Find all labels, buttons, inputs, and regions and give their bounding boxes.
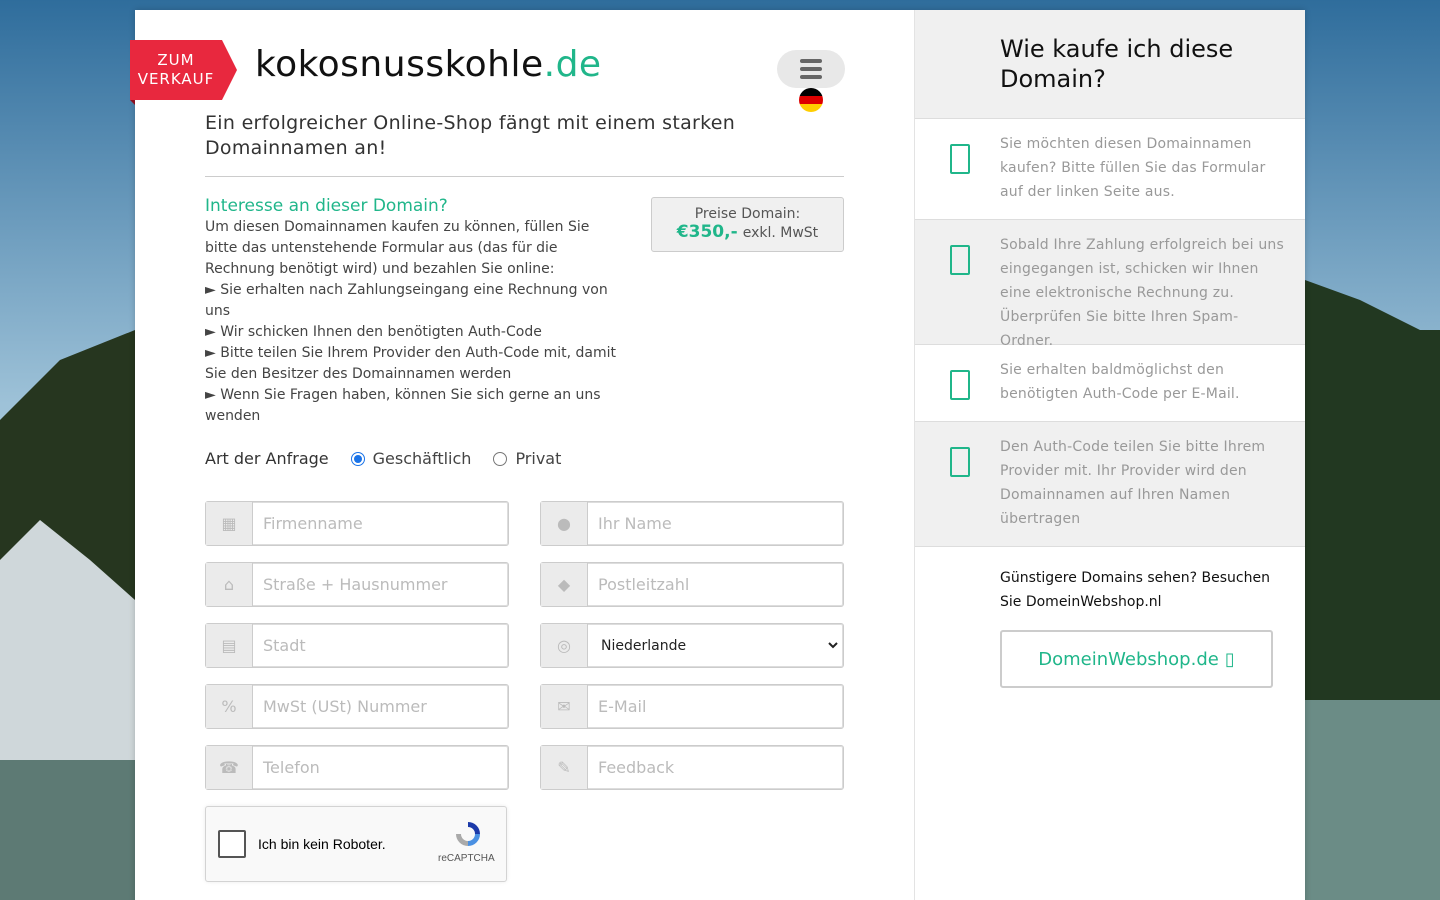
radio-business[interactable] [350,451,365,466]
phone-field[interactable]: ☎ Telefon [205,745,509,790]
divider [205,176,844,177]
phone-icon: ☎ [206,746,253,789]
company-placeholder: Firmenname [263,514,363,533]
ribbon-line2: VERKAUF [137,70,215,88]
sidebar-title: Wie kaufe ich diese Domain? [1000,35,1234,93]
recaptcha-widget: Ich bin kein Roboter. reCAPTCHA [205,806,507,882]
city-field[interactable]: ▤ Stadt [205,623,509,668]
step-4-text: Den Auth-Code teilen Sie bitte Ihrem Pro… [1000,439,1266,527]
request-type: Art der Anfrage Geschäftlich Privat [205,449,583,468]
step-1: Sie möchten diesen Domainnamen kaufen? B… [915,119,1305,220]
email-placeholder: E-Mail [598,697,647,716]
domain-name: kokosnusskohle [255,44,544,85]
price-value: €350,- [676,222,738,242]
building-icon: ▦ [206,502,253,545]
step-1-text: Sie möchten diesen Domainnamen kaufen? B… [1000,136,1266,200]
transfer-icon [950,447,970,477]
company-field[interactable]: ▦ Firmenname [205,501,509,546]
invoice-icon [950,245,970,275]
form-icon [950,144,970,174]
german-flag-icon[interactable] [799,88,823,112]
for-sale-ribbon: ZUM VERKAUF [130,40,237,105]
step-4: Den Auth-Code teilen Sie bitte Ihrem Pro… [915,422,1305,547]
globe-icon: ◎ [541,624,588,667]
request-type-label: Art der Anfrage [205,449,329,468]
country-select[interactable]: Niederlande [589,628,841,663]
interest-bullet-1: ► Sie erhalten nach Zahlungseingang eine… [205,282,608,319]
radio-business-label[interactable]: Geschäftlich [373,449,472,468]
radio-private[interactable] [493,451,508,466]
name-field[interactable]: ● Ihr Name [540,501,844,546]
city-placeholder: Stadt [263,636,306,655]
home-icon: ⌂ [206,563,253,606]
zip-placeholder: Postleitzahl [598,575,690,594]
domain-sale-card: ZUM VERKAUF kokosnusskohle.de Ein erfolg… [130,10,1305,900]
step-2-text: Sobald Ihre Zahlung erfolgreich bei uns … [1000,237,1284,349]
country-field[interactable]: ◎ Niederlande [540,623,844,668]
interest-heading: Interesse an dieser Domain? [205,196,448,216]
external-link-icon: ▯ [1224,648,1235,670]
street-field[interactable]: ⌂ Straße + Hausnummer [205,562,509,607]
key-icon [950,370,970,400]
captcha-brand: reCAPTCHA [438,853,495,864]
interest-text: Um diesen Domainnamen kaufen zu können, … [205,217,625,427]
envelope-icon: ✉ [541,685,588,728]
step-3: Sie erhalten baldmöglichst den benötigte… [915,345,1305,422]
vat-field[interactable]: % MwSt (USt) Nummer [205,684,509,729]
hamburger-icon[interactable] [777,50,845,88]
recaptcha-logo-icon [456,822,480,846]
sidebar-header: Wie kaufe ich diese Domain? [915,10,1305,119]
feedback-placeholder: Feedback [598,758,675,777]
interest-bullet-2: ► Wir schicken Ihnen den benötigten Auth… [205,324,542,340]
tagline: Ein erfolgreicher Online-Shop fängt mit … [205,112,736,159]
map-marker-icon: ◆ [541,563,588,606]
zip-field[interactable]: ◆ Postleitzahl [540,562,844,607]
price-label: Preise Domain: [694,206,801,222]
step-2: Sobald Ihre Zahlung erfolgreich bei uns … [915,220,1305,349]
cheaper-domains-text: Günstigere Domains sehen? Besuchen Sie D… [1000,570,1270,610]
domain-title: kokosnusskohle.de [255,44,602,85]
interest-intro: Um diesen Domainnamen kaufen zu können, … [205,219,590,277]
percent-icon: % [206,685,253,728]
interest-bullet-4: ► Wenn Sie Fragen haben, können Sie sich… [205,387,601,424]
radio-private-label[interactable]: Privat [515,449,561,468]
captcha-label: Ich bin kein Roboter. [258,836,386,852]
city-icon: ▤ [206,624,253,667]
comment-icon: ✎ [541,746,588,789]
ribbon-line1: ZUM [157,51,195,69]
shop-button-label: DomeinWebshop.de [1038,648,1219,670]
domain-tld: .de [543,44,602,85]
email-field[interactable]: ✉ E-Mail [540,684,844,729]
vat-placeholder: MwSt (USt) Nummer [263,697,427,716]
price-tax: exkl. MwSt [742,225,819,241]
street-placeholder: Straße + Hausnummer [263,575,448,594]
domeinwebshop-button[interactable]: DomeinWebshop.de ▯ [1000,630,1273,688]
captcha-checkbox[interactable] [218,830,246,858]
name-placeholder: Ihr Name [598,514,672,533]
price-box: Preise Domain: €350,- exkl. MwSt [651,197,844,252]
phone-placeholder: Telefon [263,758,320,777]
feedback-field[interactable]: ✎ Feedback [540,745,844,790]
step-3-text: Sie erhalten baldmöglichst den benötigte… [1000,362,1240,402]
user-icon: ● [541,502,588,545]
right-panel: Wie kaufe ich diese Domain? Sie möchten … [915,10,1305,900]
interest-bullet-3: ► Bitte teilen Sie Ihrem Provider den Au… [205,345,617,382]
left-panel: ZUM VERKAUF kokosnusskohle.de Ein erfolg… [130,10,915,900]
